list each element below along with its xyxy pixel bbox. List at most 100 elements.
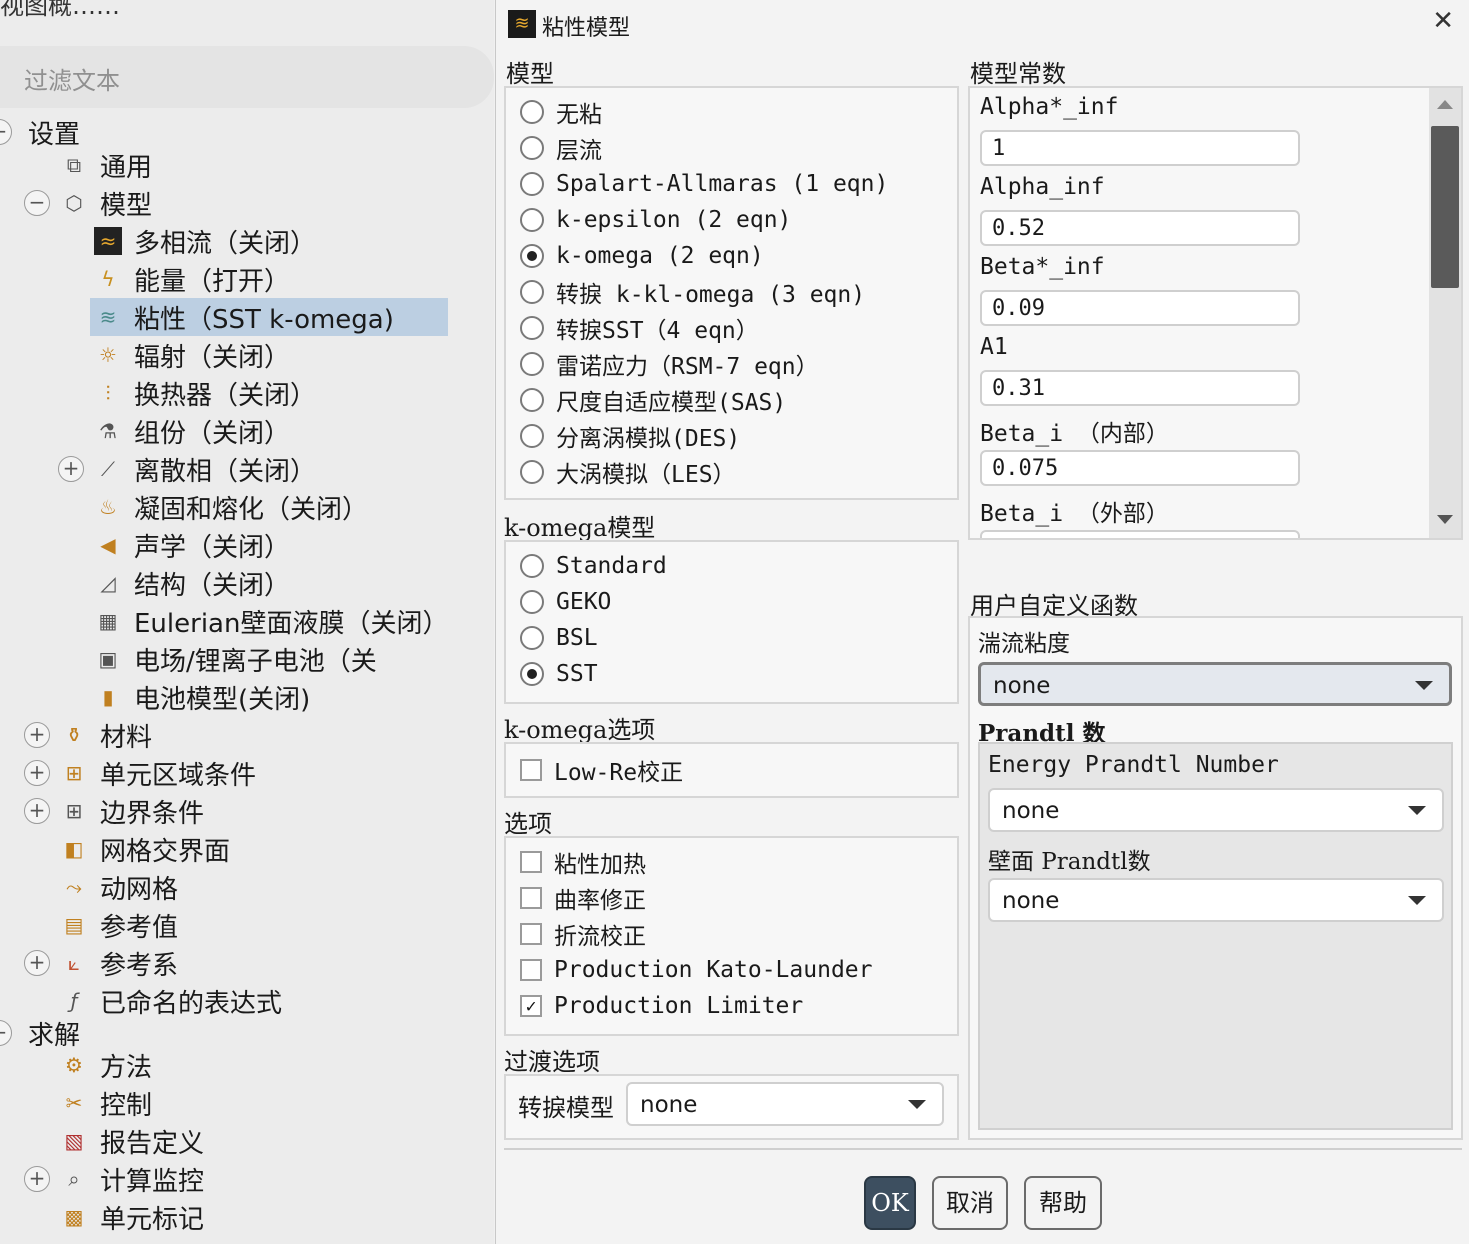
- constant-input[interactable]: 0.075: [980, 450, 1300, 486]
- radio-button[interactable]: [520, 424, 544, 448]
- collapse-icon[interactable]: −: [0, 119, 12, 145]
- radio-button[interactable]: [520, 136, 544, 160]
- expand-icon[interactable]: +: [24, 722, 50, 748]
- tree-item-species[interactable]: ⚗ 组份（关闭）: [94, 412, 290, 450]
- tree-item-radiation[interactable]: ☼ 辐射（关闭）: [94, 336, 290, 374]
- checkbox[interactable]: [520, 887, 542, 909]
- tree-item-viscous[interactable]: ≋ 粘性（SST k-omega): [90, 298, 448, 336]
- checkbox-production-kato-launder[interactable]: Production Kato-Launder: [520, 954, 873, 986]
- tree-item-dynamic-mesh[interactable]: ⤳ 动网格: [60, 868, 178, 906]
- radio-button-selected[interactable]: [520, 662, 544, 686]
- checkbox-viscous-heating[interactable]: 粘性加热: [520, 846, 646, 878]
- radio-sst[interactable]: SST: [520, 658, 598, 690]
- radio-button[interactable]: [520, 208, 544, 232]
- tree-item-report-definitions[interactable]: ▧ 报告定义: [60, 1122, 204, 1160]
- tree-item-structure[interactable]: ◿ 结构（关闭）: [94, 564, 290, 602]
- radio-button[interactable]: [520, 352, 544, 376]
- collapse-icon[interactable]: −: [0, 1020, 12, 1046]
- energy-prandtl-dropdown[interactable]: none: [988, 788, 1444, 832]
- constant-input[interactable]: 1: [980, 130, 1300, 166]
- scroll-up-icon[interactable]: [1437, 100, 1453, 109]
- expand-icon[interactable]: +: [24, 1166, 50, 1192]
- tree-item-materials[interactable]: + ⚱ 材料: [24, 716, 152, 754]
- checkbox[interactable]: [520, 759, 542, 781]
- checkbox[interactable]: [520, 923, 542, 945]
- checkbox[interactable]: [520, 851, 542, 873]
- tree-item-acoustics[interactable]: ◀ 声学（关闭）: [94, 526, 290, 564]
- filter-input[interactable]: 过滤文本: [0, 46, 494, 108]
- constant-input[interactable]: 0.31: [980, 370, 1300, 406]
- tree-item-heat-exchanger[interactable]: ⫶ 换热器（关闭）: [94, 374, 317, 412]
- checkbox[interactable]: [520, 959, 542, 981]
- checkbox-checked[interactable]: ✓: [520, 995, 542, 1017]
- tree-item-methods[interactable]: ⚙ 方法: [60, 1046, 152, 1084]
- close-icon[interactable]: ✕: [1432, 6, 1454, 36]
- radio-geko[interactable]: GEKO: [520, 586, 611, 618]
- turbulent-viscosity-dropdown[interactable]: none: [978, 662, 1452, 706]
- radio-reynolds-stress[interactable]: 雷诺应力（RSM-7 eqn）: [520, 348, 819, 380]
- tree-item-expressions[interactable]: ƒ 已命名的表达式: [60, 982, 282, 1020]
- radio-des[interactable]: 分离涡模拟(DES): [520, 420, 740, 452]
- radio-button[interactable]: [520, 590, 544, 614]
- methods-icon: ⚙: [65, 1053, 83, 1077]
- tree-item-cell-zone[interactable]: + ⊞ 单元区域条件: [24, 754, 256, 792]
- options-label: 选项: [504, 810, 552, 838]
- radio-button[interactable]: [520, 554, 544, 578]
- radio-les[interactable]: 大涡模拟（LES）: [520, 456, 736, 488]
- radio-spalart-allmaras[interactable]: Spalart-Allmaras (1 eqn): [520, 168, 888, 200]
- tree-item-battery[interactable]: ▮ 电池模型(关闭): [94, 678, 310, 716]
- transition-model-dropdown[interactable]: none: [626, 1082, 944, 1126]
- checkbox-production-limiter[interactable]: ✓ Production Limiter: [520, 990, 803, 1022]
- radio-button[interactable]: [520, 388, 544, 412]
- cancel-button[interactable]: 取消: [932, 1176, 1008, 1230]
- radio-button[interactable]: [520, 316, 544, 340]
- tree-item-discrete-phase[interactable]: + ⟋ 离散相（关闭）: [58, 450, 316, 488]
- radio-k-epsilon[interactable]: k-epsilon (2 eqn): [520, 204, 791, 236]
- expand-icon[interactable]: +: [58, 456, 84, 482]
- radio-button-selected[interactable]: [520, 244, 544, 268]
- radio-button[interactable]: [520, 280, 544, 304]
- tree-item-cell-registers[interactable]: ▩ 单元标记: [60, 1198, 204, 1236]
- radio-k-omega[interactable]: k-omega (2 eqn): [520, 240, 764, 272]
- expand-icon[interactable]: +: [24, 798, 50, 824]
- help-button[interactable]: 帮助: [1024, 1176, 1102, 1230]
- tree-item-reference-frame[interactable]: + ⟀ 参考系: [24, 944, 178, 982]
- tree-item-mesh-interface[interactable]: ◧ 网格交界面: [60, 830, 230, 868]
- radio-standard[interactable]: Standard: [520, 550, 667, 582]
- ok-button[interactable]: OK: [864, 1176, 916, 1230]
- tree-item-multiphase[interactable]: ≈ 多相流（关闭）: [94, 222, 316, 260]
- scroll-down-icon[interactable]: [1437, 515, 1453, 524]
- radio-inviscid[interactable]: 无粘: [520, 96, 602, 128]
- tree-item-energy[interactable]: ϟ 能量（打开）: [94, 260, 290, 298]
- radio-button[interactable]: [520, 100, 544, 124]
- tree-item-boundary[interactable]: + ⊞ 边界条件: [24, 792, 204, 830]
- radio-bsl[interactable]: BSL: [520, 622, 598, 654]
- radio-transition-k-kl-omega[interactable]: 转捩 k-kl-omega (3 eqn): [520, 276, 865, 308]
- constant-input[interactable]: 0.09: [980, 290, 1300, 326]
- radio-laminar[interactable]: 层流: [520, 132, 602, 164]
- radio-button[interactable]: [520, 626, 544, 650]
- checkbox-corner-flow-correction[interactable]: 折流校正: [520, 918, 646, 950]
- checkbox-low-re-correction[interactable]: Low-Re校正: [520, 754, 683, 786]
- tree-item-solidification[interactable]: ♨ 凝固和熔化（关闭）: [94, 488, 368, 526]
- expand-icon[interactable]: +: [24, 760, 50, 786]
- tree-item-electric-field[interactable]: ▣ 电场/锂离子电池（关: [94, 640, 377, 678]
- radio-sas[interactable]: 尺度自适应模型(SAS): [520, 384, 786, 416]
- checkbox-curvature-correction[interactable]: 曲率修正: [520, 882, 646, 914]
- scrollbar-thumb[interactable]: [1431, 126, 1459, 288]
- tree-item-monitors[interactable]: + ⌕ 计算监控: [24, 1160, 204, 1198]
- expand-icon[interactable]: +: [24, 950, 50, 976]
- radio-button[interactable]: [520, 172, 544, 196]
- tree-item-wall-film[interactable]: ▦ Eulerian壁面液膜（关闭）: [94, 602, 449, 640]
- collapse-icon[interactable]: −: [24, 190, 50, 216]
- scrollbar[interactable]: [1429, 88, 1461, 538]
- radio-button[interactable]: [520, 460, 544, 484]
- constant-input[interactable]: [980, 530, 1300, 538]
- radio-transition-sst[interactable]: 转捩SST（4 eqn）: [520, 312, 759, 344]
- tree-item-reference-values[interactable]: ▤ 参考值: [60, 906, 178, 944]
- tree-item-models[interactable]: − ⬡ 模型: [24, 184, 152, 222]
- tree-item-controls[interactable]: ✂ 控制: [60, 1084, 152, 1122]
- constant-input[interactable]: 0.52: [980, 210, 1300, 246]
- wall-prandtl-dropdown[interactable]: none: [988, 878, 1444, 922]
- tree-item-general[interactable]: ⧉ 通用: [60, 146, 152, 184]
